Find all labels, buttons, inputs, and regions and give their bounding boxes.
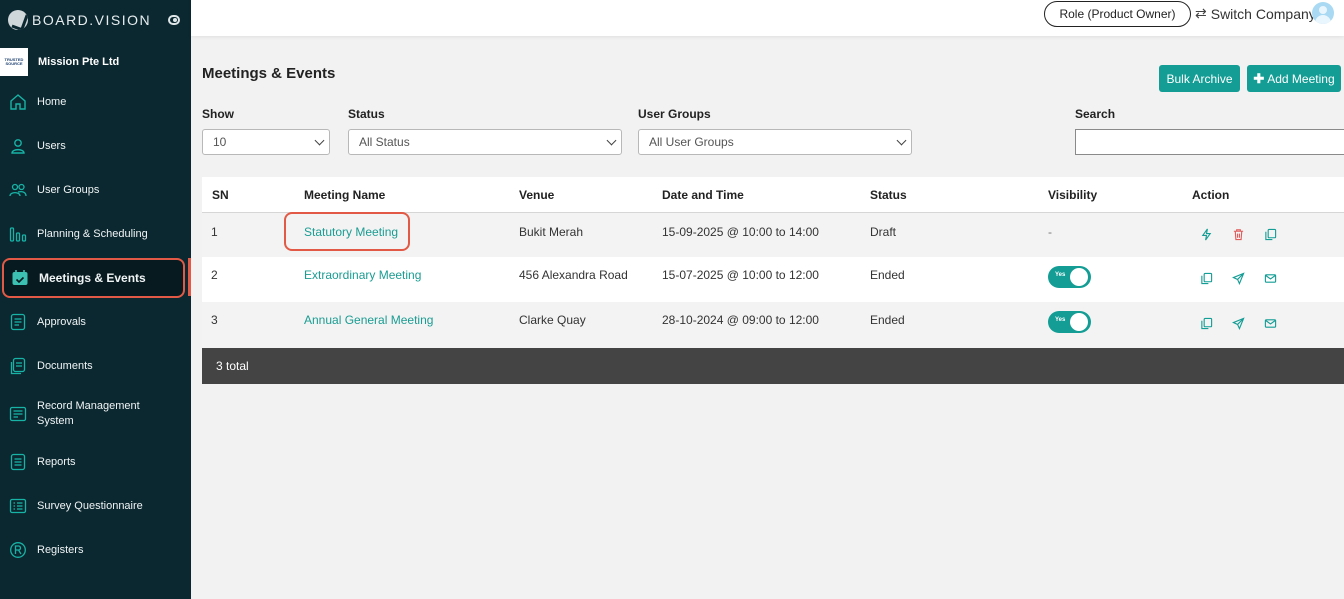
row-sn: 1	[211, 225, 218, 239]
registered-icon	[9, 541, 27, 559]
calendar-check-icon	[11, 269, 29, 287]
user-groups-select[interactable]: All User Groups	[638, 129, 912, 155]
status-label: Status	[348, 107, 385, 121]
col-meeting-name: Meeting Name	[304, 188, 386, 202]
chevron-down-icon	[314, 135, 325, 146]
copy-icon[interactable]	[1263, 227, 1277, 241]
row-venue: 456 Alexandra Road	[519, 268, 628, 282]
delete-trash-icon[interactable]	[1231, 227, 1245, 241]
meeting-name-link[interactable]: Extraordinary Meeting	[304, 268, 421, 282]
show-select[interactable]: 10	[202, 129, 330, 155]
plus-icon: ✚	[1253, 70, 1265, 86]
row-sn: 2	[211, 268, 218, 282]
copy-icon[interactable]	[1199, 271, 1213, 285]
sidebar-item-approvals[interactable]: Approvals	[0, 300, 191, 344]
row-status: Ended	[870, 313, 905, 327]
active-item-marker	[188, 258, 191, 296]
chevron-down-icon	[896, 135, 907, 146]
search-label: Search	[1075, 107, 1116, 121]
sidebar-item-user-groups[interactable]: User Groups	[0, 168, 191, 212]
send-icon[interactable]	[1231, 316, 1245, 330]
company-name: Mission Pte Ltd	[38, 55, 120, 68]
survey-icon	[9, 497, 27, 515]
page-title: Meetings & Events	[202, 65, 336, 82]
table-row[interactable]: 1 Statutory Meeting Bukit Merah 15-09-20…	[202, 212, 1344, 257]
show-label: Show	[202, 107, 234, 121]
table-row[interactable]: 3 Annual General Meeting Clarke Quay 28-…	[202, 302, 1344, 348]
meetings-table: SN Meeting Name Venue Date and Time Stat…	[202, 177, 1344, 384]
user-avatar[interactable]	[1312, 2, 1334, 24]
company-logo: TRUSTED SOURCE	[0, 47, 28, 76]
send-icon[interactable]	[1231, 271, 1245, 285]
meeting-name-link[interactable]: Annual General Meeting	[304, 313, 433, 327]
add-meeting-label: Add Meeting	[1267, 71, 1335, 86]
visibility-toggle[interactable]: Yes	[1048, 266, 1091, 288]
approvals-doc-icon	[9, 313, 27, 331]
brand-logo[interactable]: BOARD.VISION	[8, 10, 151, 30]
table-header: SN Meeting Name Venue Date and Time Stat…	[202, 177, 1344, 213]
copy-icon[interactable]	[1199, 316, 1213, 330]
user-groups-icon	[9, 181, 27, 199]
col-status: Status	[870, 188, 907, 202]
user-icon	[9, 137, 27, 155]
record-management-icon	[9, 405, 27, 423]
chevron-down-icon	[606, 135, 617, 146]
toggle-knob	[1070, 313, 1088, 331]
row-date-time: 28-10-2024 @ 09:00 to 12:00	[662, 313, 819, 327]
company-selector[interactable]: TRUSTED SOURCE Mission Pte Ltd	[0, 47, 191, 76]
visibility-toggle[interactable]: Yes	[1048, 311, 1091, 333]
sidebar-item-users[interactable]: Users	[0, 124, 191, 168]
row-venue: Clarke Quay	[519, 313, 586, 327]
sidebar-item-planning-scheduling[interactable]: Planning & Scheduling	[0, 212, 191, 256]
swap-arrows-icon: ⇄	[1195, 5, 1207, 21]
row-date-time: 15-09-2025 @ 10:00 to 14:00	[662, 225, 819, 239]
sidebar-toggle-icon[interactable]	[168, 15, 180, 25]
sidebar-item-survey-questionnaire[interactable]: Survey Questionnaire	[0, 484, 191, 528]
table-footer: 3 total	[202, 348, 1344, 384]
col-visibility: Visibility	[1048, 188, 1098, 202]
bulk-archive-button[interactable]: Bulk Archive	[1159, 65, 1240, 92]
bar-chart-icon	[9, 225, 27, 243]
role-button[interactable]: Role (Product Owner)	[1044, 1, 1191, 27]
col-venue: Venue	[519, 188, 555, 202]
row-status: Draft	[870, 225, 897, 239]
highlight-box	[284, 212, 410, 251]
switch-company-label: Switch Company	[1210, 5, 1316, 22]
publish-lightning-icon[interactable]	[1199, 227, 1213, 241]
home-icon	[9, 93, 27, 111]
search-input[interactable]	[1075, 129, 1344, 155]
sidebar-item-registers[interactable]: Registers	[0, 528, 191, 572]
add-meeting-button[interactable]: ✚ Add Meeting	[1247, 65, 1341, 92]
sidebar-item-home[interactable]: Home	[0, 80, 191, 124]
sidebar-item-record-management[interactable]: Record Management System	[0, 392, 191, 436]
status-select[interactable]: All Status	[348, 129, 622, 155]
brand-name: BOARD.VISION	[32, 12, 152, 28]
sidebar-item-meetings-events[interactable]: Meetings & Events	[2, 258, 185, 298]
user-groups-label: User Groups	[638, 107, 711, 121]
col-sn: SN	[212, 188, 229, 202]
sidebar: BOARD.VISION TRUSTED SOURCE Mission Pte …	[0, 0, 191, 599]
email-icon[interactable]	[1263, 271, 1277, 285]
sidebar-item-reports[interactable]: Reports	[0, 440, 191, 484]
reports-icon	[9, 453, 27, 471]
row-venue: Bukit Merah	[519, 225, 584, 239]
table-row[interactable]: 2 Extraordinary Meeting 456 Alexandra Ro…	[202, 257, 1344, 302]
col-date-time: Date and Time	[662, 188, 744, 202]
row-date-time: 15-07-2025 @ 10:00 to 12:00	[662, 268, 819, 282]
toggle-knob	[1070, 268, 1088, 286]
switch-company-button[interactable]: ⇄ Switch Company	[1195, 5, 1316, 22]
documents-icon	[9, 357, 27, 375]
email-icon[interactable]	[1263, 316, 1277, 330]
row-sn: 3	[211, 313, 218, 327]
top-bar: Role (Product Owner) ⇄ Switch Company	[191, 0, 1344, 36]
sidebar-item-documents[interactable]: Documents	[0, 344, 191, 388]
col-action: Action	[1192, 188, 1230, 202]
board-vision-logo-icon	[8, 10, 28, 30]
row-visibility: -	[1048, 225, 1052, 239]
row-status: Ended	[870, 268, 905, 282]
